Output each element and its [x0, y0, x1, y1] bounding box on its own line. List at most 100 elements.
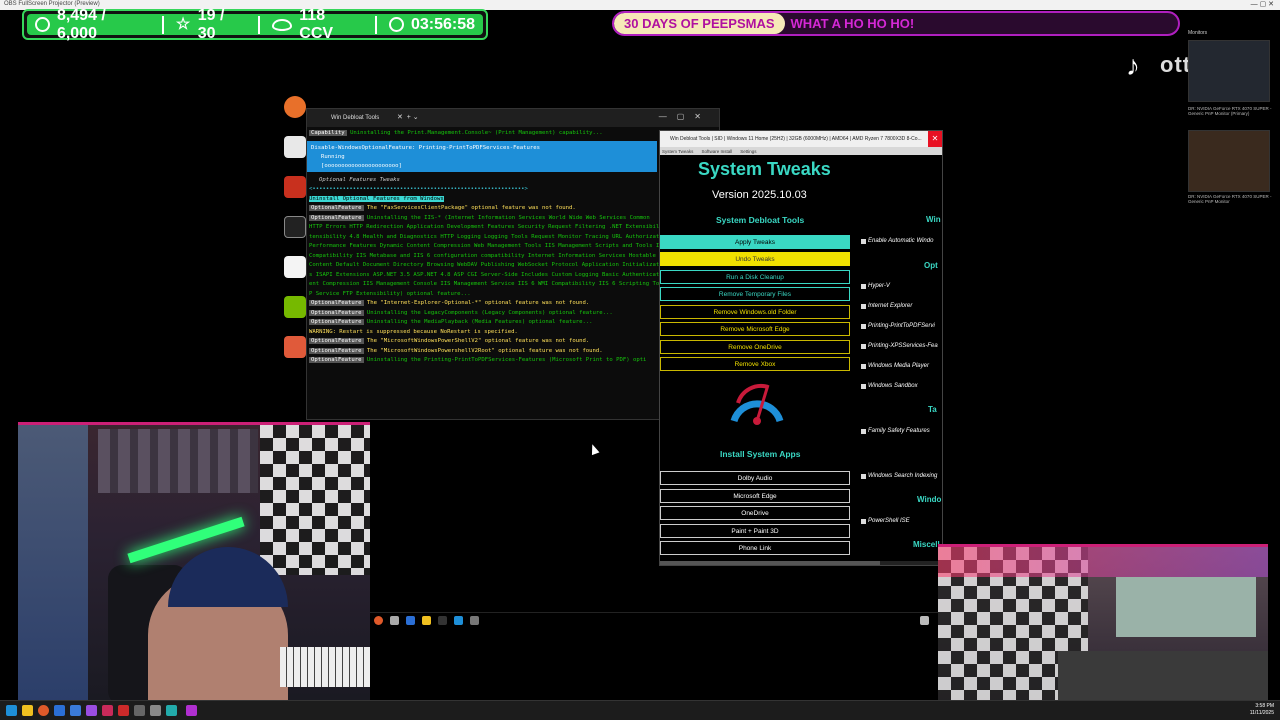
event-banner: 30 DAYS OF PEEPSMAS WHAT A HO HO HO! [612, 11, 1180, 36]
right-heading-misc: Miscell [913, 540, 940, 549]
checkbox[interactable] [861, 473, 866, 479]
signal-icon[interactable] [284, 136, 306, 158]
checkbox[interactable] [861, 303, 866, 309]
terminal-icon[interactable] [438, 616, 447, 625]
terminal-line: HTTP Errors HTTP Redirection Application… [309, 223, 717, 233]
app-icon[interactable] [390, 616, 399, 625]
option-internet-explorer[interactable]: Internet Explorer [861, 303, 912, 309]
onedrive-button[interactable]: OneDrive [660, 506, 850, 520]
monitors-title: Monitors [1188, 30, 1208, 36]
folder-icon[interactable] [422, 616, 431, 625]
undo-tweaks-button[interactable]: Undo Tweaks [660, 252, 850, 266]
firefox-icon[interactable] [38, 705, 49, 716]
option-sandbox[interactable]: Windows Sandbox [861, 383, 918, 389]
system-clock[interactable]: 3:58 PM 11/11/2025 [1250, 703, 1274, 717]
tab-system-tweaks[interactable]: System Tweaks [662, 149, 693, 154]
tab-software-install[interactable]: Software Install [701, 149, 732, 154]
phone-link-button[interactable]: Phone Link [660, 541, 850, 555]
app-icon[interactable] [186, 705, 197, 716]
disk-cleanup-button[interactable]: Run a Disk Cleanup [660, 270, 850, 284]
horizontal-scrollbar[interactable] [660, 561, 942, 565]
banner-title: 30 DAYS OF PEEPSMAS [614, 13, 785, 34]
app-icon[interactable] [70, 705, 81, 716]
clock-date: 11/11/2025 [1249, 710, 1274, 716]
close-icon[interactable]: ✕ [928, 131, 942, 147]
right-heading-windo: Windo [917, 495, 942, 504]
system-tweaks-window[interactable]: Win Debloat Tools | SID | Windows 11 Hom… [659, 130, 943, 566]
app-icon[interactable] [470, 616, 479, 625]
option-family-safety[interactable]: Family Safety Features [861, 428, 930, 434]
option-label: Family Safety Features [868, 428, 930, 434]
terminal-window[interactable]: Win Debloat Tools ✕ + ⌄ —▢✕ Capability U… [306, 108, 720, 420]
edge-icon[interactable] [284, 256, 306, 278]
microsoft-edge-button[interactable]: Microsoft Edge [660, 489, 850, 503]
remove-edge-button[interactable]: Remove Microsoft Edge [660, 322, 850, 336]
checkbox[interactable] [861, 428, 866, 434]
app-icon[interactable] [54, 705, 65, 716]
checkbox[interactable] [861, 343, 866, 349]
nvidia-broadcast-icon[interactable] [284, 296, 306, 318]
debloat-section-title: System Debloat Tools [716, 215, 805, 225]
monitor-preview-2[interactable] [1188, 130, 1270, 192]
folder-icon[interactable] [22, 705, 33, 716]
option-auto-updates[interactable]: Enable Automatic Windo [861, 238, 933, 244]
remove-windows-old-button[interactable]: Remove Windows.old Folder [660, 305, 850, 319]
app-icon[interactable] [86, 705, 97, 716]
monitor-preview-1[interactable] [1188, 40, 1270, 102]
option-media-player[interactable]: Windows Media Player [861, 363, 929, 369]
tweaks-tabs: System Tweaks Software Install Settings [660, 147, 942, 155]
option-powershell-ise[interactable]: PowerShell ISE [861, 518, 910, 524]
checkbox[interactable] [861, 383, 866, 389]
goal-stat: ☆ 19 / 30 [176, 7, 247, 43]
app-icon[interactable] [102, 705, 113, 716]
checkbox[interactable] [861, 323, 866, 329]
remove-temp-files-button[interactable]: Remove Temporary Files [660, 287, 850, 301]
window-controls[interactable]: — ▢ ✕ [1251, 0, 1274, 8]
line-tag: OptionalFeature [309, 357, 364, 363]
terminal-window-controls[interactable]: —▢✕ [659, 112, 711, 121]
dolby-audio-button[interactable]: Dolby Audio [660, 471, 850, 485]
folder-icon[interactable] [284, 336, 306, 358]
checkbox[interactable] [861, 238, 866, 244]
app-icon[interactable] [118, 705, 129, 716]
viewers-stat: 118 CCV [272, 7, 363, 43]
app-icon[interactable] [134, 705, 145, 716]
option-print-to-pdf[interactable]: Printing-PrintToPDFServi [861, 323, 935, 329]
option-xps-services[interactable]: Printing-XPSServices-Fea [861, 343, 938, 349]
app-icon[interactable] [406, 616, 415, 625]
option-label: Enable Automatic Windo [868, 238, 934, 244]
viewers-value: 118 CCV [299, 6, 334, 42]
monitor-caption-2: DR: NVIDIA GeForce RTX 4070 SUPER - Gene… [1188, 194, 1272, 204]
terminal-line: OptionalFeature Uninstalling the Printin… [309, 356, 717, 366]
banner-slogan: WHAT A HO HO HO! [790, 16, 915, 31]
app-icon[interactable] [166, 705, 177, 716]
checkbox[interactable] [861, 283, 866, 289]
checkbox[interactable] [861, 518, 866, 524]
app-icon[interactable] [150, 705, 161, 716]
uptime-stat: 03:56:58 [388, 16, 475, 34]
start-icon[interactable] [6, 705, 17, 716]
option-search-indexing[interactable]: Windows Search Indexing [861, 473, 937, 479]
logitech-icon[interactable] [284, 216, 306, 238]
gauge-icon [730, 383, 784, 425]
remove-onedrive-button[interactable]: Remove OneDrive [660, 340, 850, 354]
webcam-main [18, 422, 370, 700]
remove-xbox-button[interactable]: Remove Xbox [660, 357, 850, 371]
firefox-icon[interactable] [374, 616, 383, 625]
option-label: Windows Search Indexing [868, 473, 938, 479]
app-icon[interactable] [454, 616, 463, 625]
line-text: ent Compression IIS Management Console I… [309, 281, 666, 287]
gaming-icon[interactable] [284, 176, 306, 198]
close-tab-icon[interactable]: ✕ + ⌄ [397, 113, 419, 121]
terminal-line: s ISAPI Extensions ASP.NET 3.5 ASP.NET 4… [309, 271, 717, 281]
option-hyper-v[interactable]: Hyper-V [861, 283, 890, 289]
paint-button[interactable]: Paint + Paint 3D [660, 524, 850, 538]
chevron-up-icon[interactable] [920, 616, 929, 625]
divider [258, 15, 261, 34]
firefox-icon[interactable] [284, 96, 306, 118]
checkbox[interactable] [861, 363, 866, 369]
apply-tweaks-button[interactable]: Apply Tweaks [660, 235, 850, 249]
tab-settings[interactable]: Settings [740, 149, 756, 154]
line-text: The "FaxServicesClientPackage" optional … [366, 205, 576, 211]
mouse-cursor-icon [588, 442, 600, 456]
